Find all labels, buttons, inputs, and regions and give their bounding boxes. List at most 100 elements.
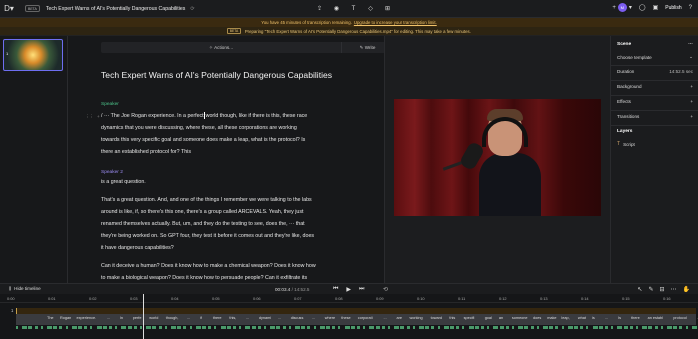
timeline-word[interactable]: ...	[187, 316, 190, 320]
comment-icon[interactable]: ◯	[639, 4, 646, 11]
text-icon[interactable]: T	[349, 4, 358, 13]
timeline-ruler[interactable]: 0:00 0:01 0:02 0:03 0:04 0:05 0:06 0:07 0:08 0:09…	[0, 294, 698, 303]
split-tool-icon[interactable]: ⊟	[659, 286, 664, 293]
timeline-word[interactable]: world	[149, 316, 158, 320]
timeline-word[interactable]: there	[631, 316, 640, 320]
text-layer-icon: T	[617, 141, 621, 147]
transcript-paragraph[interactable]: Can it deceive a human? Does it know how…	[101, 260, 353, 283]
hide-timeline-button[interactable]: ⫼ Hide timeline	[9, 286, 41, 291]
timeline-word[interactable]: is	[592, 316, 595, 320]
transcript-line: around is like, if, so there's this one,…	[101, 209, 304, 215]
timeline-word[interactable]: working	[410, 316, 423, 320]
actions-button[interactable]: ✧ Actions...	[101, 42, 341, 53]
timeline-word[interactable]: are	[397, 316, 403, 320]
timeline-word[interactable]: ...	[605, 316, 608, 320]
drag-handle-icon[interactable]: ⋮⋮	[85, 114, 94, 120]
chevron-down-icon[interactable]: ▾	[629, 4, 632, 11]
waveform-segment	[295, 326, 300, 329]
write-button[interactable]: ✎ Write	[341, 42, 384, 53]
transcript-paragraph[interactable]: is a great question.	[101, 176, 353, 188]
timeline-word[interactable]: dynami	[259, 316, 271, 320]
timeline-word[interactable]: if	[200, 316, 202, 320]
transcript-paragraph[interactable]: / ··· The Joe Rogan experience. In a per…	[101, 110, 353, 158]
more-tools-icon[interactable]: ⋯	[671, 286, 677, 293]
timeline-word[interactable]: perfe	[133, 316, 142, 320]
timeline-word[interactable]: In	[120, 316, 123, 320]
record-icon[interactable]: ◉	[332, 4, 341, 13]
timeline-word[interactable]: Rogan	[60, 316, 71, 320]
timeline-word[interactable]: Is	[618, 316, 621, 320]
timeline-word[interactable]: discuss	[291, 316, 304, 320]
timeline-word[interactable]: protocol	[673, 316, 687, 320]
add-transition-icon[interactable]: +	[690, 114, 693, 119]
add-paragraph-icon[interactable]: +	[97, 114, 100, 120]
script-title[interactable]: Tech Expert Warns of AI's Potentially Da…	[101, 70, 332, 80]
play-icon[interactable]: ▶	[346, 286, 351, 293]
timeline-word[interactable]: where	[325, 316, 335, 320]
speaker-label-1[interactable]: Speaker	[101, 102, 119, 107]
more-options-icon[interactable]: ···	[688, 42, 693, 47]
timeline-word[interactable]: experience.	[77, 316, 97, 320]
timeline-word[interactable]: does	[533, 316, 541, 320]
panel-toggle-icon[interactable]: ▣	[653, 4, 659, 11]
divider	[611, 125, 698, 126]
timeline-word[interactable]: make	[547, 316, 556, 320]
timecode: 00:03.4 / 14:52.5	[275, 287, 310, 292]
timeline-word[interactable]: these	[341, 316, 350, 320]
app-logo-icon[interactable]: D ▾	[0, 0, 18, 18]
skip-back-icon[interactable]: ⏮	[333, 286, 338, 293]
collaborators[interactable]: + M ▾	[612, 3, 632, 12]
pen-tool-icon[interactable]: ✎	[648, 286, 653, 293]
timeline-word[interactable]: an	[499, 316, 503, 320]
upgrade-link[interactable]: Upgrade to increase your transcription l…	[354, 20, 437, 25]
video-preview[interactable]	[394, 99, 601, 216]
actions-label: Actions...	[214, 45, 234, 50]
duration-value[interactable]: 14:52.5 sec	[669, 69, 693, 74]
scene-thumbnail[interactable]: 1	[3, 39, 63, 71]
avatar[interactable]: M	[617, 3, 627, 12]
speaker-label-2[interactable]: Speaker 2	[101, 170, 123, 175]
timeline-word[interactable]: ...	[384, 316, 387, 320]
waveform-segment	[171, 326, 176, 329]
timeline-word[interactable]: there	[213, 316, 222, 320]
transitions-row[interactable]: Transitions +	[617, 114, 693, 119]
add-collaborator-icon[interactable]: +	[612, 5, 616, 11]
timeline-word[interactable]: ...	[246, 316, 249, 320]
timeline-word[interactable]: toward	[431, 316, 442, 320]
upload-icon[interactable]: ⇪	[315, 4, 324, 13]
waveform-segment	[233, 326, 236, 329]
timeline-word[interactable]: this,	[229, 316, 236, 320]
timeline-word[interactable]: specifi	[464, 316, 475, 320]
timeline-word[interactable]: goal	[485, 316, 492, 320]
add-effect-icon[interactable]: +	[690, 99, 693, 104]
timeline-word[interactable]: someone	[512, 316, 528, 320]
timeline-word[interactable]: this	[449, 316, 455, 320]
waveform-segment	[326, 326, 330, 329]
timeline-word[interactable]: The	[47, 316, 54, 320]
timeline-word[interactable]: an establ	[648, 316, 663, 320]
skip-forward-icon[interactable]: ⏭	[359, 286, 364, 293]
timeline-word[interactable]: leap,	[561, 316, 569, 320]
timeline-word[interactable]: corporati	[358, 316, 373, 320]
select-tool-icon[interactable]: ↖	[637, 286, 642, 293]
layer-script[interactable]: T Script	[617, 141, 635, 147]
background-row[interactable]: Background +	[617, 84, 693, 89]
timeline-word[interactable]: ...	[312, 316, 315, 320]
add-background-icon[interactable]: +	[690, 84, 693, 89]
document-title[interactable]: Tech Expert Warns of AI's Potentially Da…	[46, 6, 186, 12]
timeline-word[interactable]: though,	[166, 316, 179, 320]
shapes-icon[interactable]: ◇	[366, 4, 375, 13]
waveform-segment	[623, 326, 628, 329]
loop-icon[interactable]: ⟲	[383, 286, 388, 293]
publish-button[interactable]: Publish	[665, 5, 681, 11]
transcript-paragraph[interactable]: That's a great question. And, and one of…	[101, 194, 353, 254]
timeline-word[interactable]: ...	[107, 316, 110, 320]
effects-row[interactable]: Effects +	[617, 99, 693, 104]
timeline-word[interactable]: ...	[278, 316, 281, 320]
template-select[interactable]: Choose template ⌄	[617, 54, 693, 60]
hand-tool-icon[interactable]: ✋	[683, 286, 690, 293]
help-icon[interactable]: ?	[689, 5, 692, 11]
playhead[interactable]	[143, 294, 144, 339]
grid-icon[interactable]: ⊞	[383, 4, 392, 13]
timeline-word[interactable]: what	[578, 316, 586, 320]
